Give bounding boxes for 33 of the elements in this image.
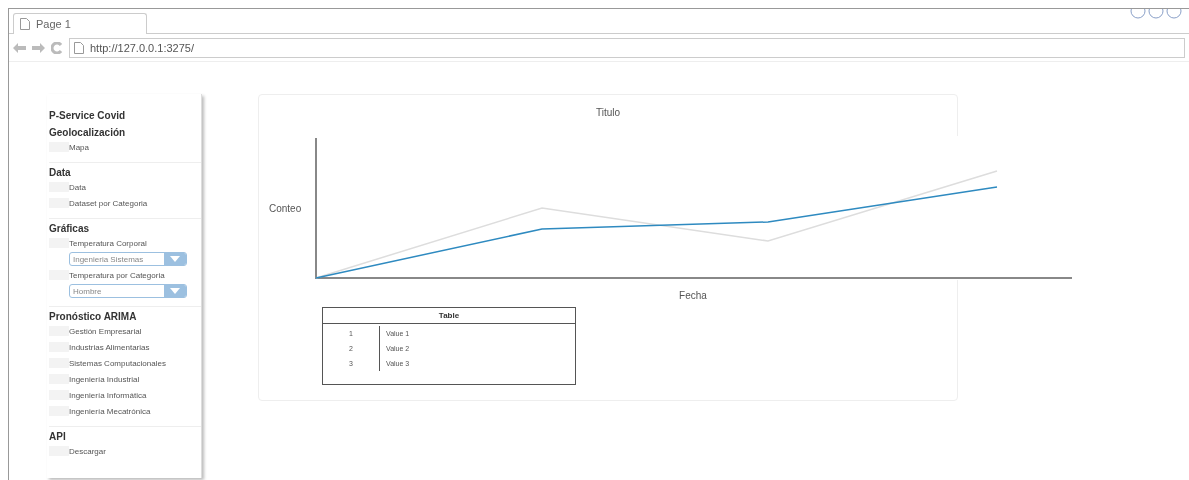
section-heading: Pronóstico ARIMA	[49, 311, 138, 322]
caret-icon	[170, 256, 180, 262]
sidebar-link[interactable]: Industrias Alimentarias	[69, 342, 150, 352]
section-heading: Geolocalización	[49, 127, 127, 138]
sidebar-link[interactable]: Gestión Empresarial	[69, 326, 142, 336]
sidebar-link[interactable]: Ingeniería Industrial	[69, 374, 140, 384]
forward-icon[interactable]	[32, 42, 45, 53]
sidebar-link[interactable]: Mapa	[69, 142, 89, 152]
back-icon[interactable]	[13, 42, 26, 53]
section-heading: Data	[49, 167, 72, 178]
sidebar-link[interactable]: Dataset por Categoria	[69, 198, 148, 208]
sidebar-link[interactable]: Ingeniería Informática	[69, 390, 147, 400]
dropdown[interactable]: Ingenieria Sistemas	[69, 252, 187, 266]
sidebar-link[interactable]: Data	[69, 182, 86, 192]
x-axis-label: Fecha	[678, 290, 708, 301]
sidebar-title: P-Service Covid	[49, 110, 127, 121]
reload-icon[interactable]	[51, 41, 63, 54]
browser-tab[interactable]: Page 1	[13, 13, 147, 34]
section-heading: Gráficas	[49, 223, 91, 234]
y-axis-label: Conteo	[268, 202, 303, 214]
page-icon	[20, 18, 30, 30]
sidebar-link[interactable]: Ingeniería Mecatrónica	[69, 406, 151, 416]
sidebar-link[interactable]: Temperatura Corporal	[69, 238, 147, 248]
page-icon	[74, 41, 84, 54]
sidebar-link[interactable]: Sistemas Computacionales	[69, 358, 166, 368]
sidebar-link[interactable]: Descargar	[69, 446, 106, 456]
section-heading: API	[49, 431, 67, 442]
dropdown[interactable]: Hombre	[69, 284, 187, 298]
chart-title: Titulo	[594, 107, 622, 118]
address-field[interactable]: http://127.0.0.1:3275/	[69, 37, 1185, 58]
caret-icon	[170, 288, 180, 294]
sidebar-link[interactable]: Temperatura por Categoria	[69, 270, 165, 280]
table-title: Table	[323, 308, 575, 324]
